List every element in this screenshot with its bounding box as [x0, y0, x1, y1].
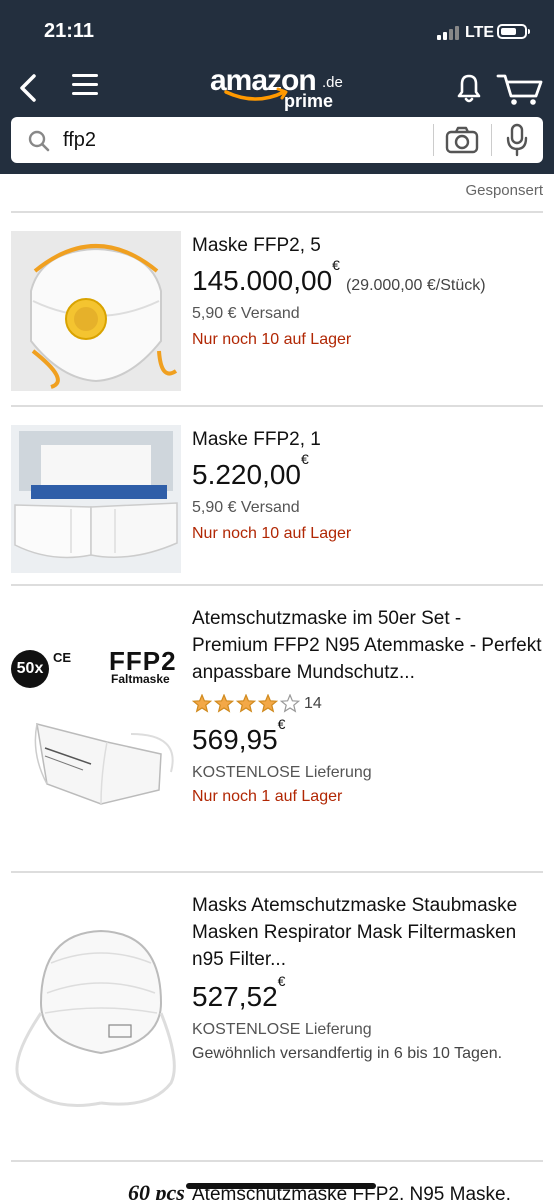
top-nav: amazon .de prime [0, 62, 554, 174]
product-title[interactable]: Atemschutzmaske im 50er Set - Premium FF… [192, 605, 542, 686]
star-filled-icon [235, 694, 257, 713]
shipping-info: 5,90 € Versand [192, 305, 300, 322]
product-card[interactable]: Maske FFP2, 5 145.000,00€(29.000,00 €/St… [0, 213, 554, 406]
status-time: 21:11 [44, 20, 95, 42]
product-image[interactable]: 50x CE FFP2 Faltmaske [11, 632, 181, 822]
battery-icon [497, 24, 530, 39]
product-card[interactable]: 50x CE FFP2 Faltmaske Atemschutzmaske im… [0, 586, 554, 872]
search-bar [11, 117, 543, 163]
delivery-info: Gewöhnlich versandfertig in 6 bis 10 Tag… [192, 1045, 503, 1062]
product-price: 527,52€ [192, 972, 286, 1012]
stock-info: Nur noch 1 auf Lager [192, 788, 343, 805]
product-title[interactable]: Masks Atemschutzmaske Staubmaske Masken … [192, 892, 542, 973]
product-card[interactable]: Maske FFP2, 1 5.220,00€ 5,90 € Versand N… [0, 407, 554, 585]
product-card[interactable]: 60 pcs Atemschutzmaske FFP2, N95 Maske, [0, 1162, 554, 1200]
image-sub-text: Faltmaske [111, 672, 170, 686]
stock-info: Nur noch 10 auf Lager [192, 331, 352, 348]
unit-price: (29.000,00 €/Stück) [345, 277, 486, 294]
notification-bell-icon[interactable] [452, 70, 486, 106]
product-price: 569,95€ [192, 715, 286, 755]
shipping-info: KOSTENLOSE Lieferung [192, 1021, 372, 1038]
signal-icon [437, 26, 461, 40]
product-title[interactable]: Maske FFP2, 1 [192, 426, 542, 453]
back-arrow-icon[interactable] [14, 70, 46, 106]
rating-count[interactable]: 14 [304, 695, 322, 713]
home-indicator[interactable] [186, 1183, 376, 1189]
smile-icon [224, 87, 288, 101]
ce-mark: CE [53, 650, 72, 665]
microphone-icon[interactable] [505, 123, 529, 157]
pack-count-badge: 50x [11, 650, 49, 688]
mask-illustration [34, 722, 174, 805]
star-filled-icon [213, 694, 235, 713]
network-label: LTE [465, 24, 495, 41]
product-price: 145.000,00€(29.000,00 €/Stück) [192, 256, 486, 296]
search-input[interactable] [63, 117, 433, 163]
search-icon[interactable] [27, 129, 51, 153]
hamburger-menu-icon[interactable] [72, 74, 98, 96]
image-badge-text: 60 pcs [128, 1180, 185, 1200]
star-empty-icon [279, 694, 301, 713]
product-image[interactable] [11, 231, 181, 391]
product-image[interactable] [11, 913, 181, 1123]
product-image[interactable] [11, 425, 181, 573]
status-bar: 21:11 LTE [0, 0, 554, 62]
shipping-info: 5,90 € Versand [192, 499, 300, 516]
star-rating[interactable] [192, 694, 302, 714]
sponsored-label: Gesponsert [465, 182, 543, 199]
product-card[interactable]: Masks Atemschutzmaske Staubmaske Masken … [0, 873, 554, 1159]
camera-icon[interactable] [445, 126, 479, 154]
shipping-info: KOSTENLOSE Lieferung [192, 764, 372, 781]
cart-icon[interactable] [496, 70, 544, 106]
stock-info: Nur noch 10 auf Lager [192, 525, 352, 542]
star-filled-icon [257, 694, 279, 713]
product-title[interactable]: Maske FFP2, 5 [192, 232, 542, 259]
amazon-prime-logo[interactable]: amazon .de prime [210, 64, 350, 114]
product-price: 5.220,00€ [192, 450, 309, 490]
star-filled-icon [192, 694, 213, 713]
